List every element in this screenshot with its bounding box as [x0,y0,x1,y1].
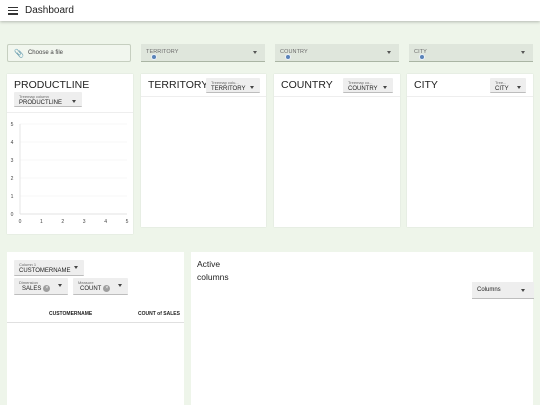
filter-handle-icon [151,54,157,60]
y-tick-label: 0 [11,212,14,218]
dropdown-arrow-icon [74,266,78,269]
x-tick-label: 3 [83,219,86,225]
select-value: PRODUCTLINE [19,100,63,106]
x-tick-label: 2 [61,219,64,225]
territory-filter[interactable]: TERRITORY [141,44,265,62]
dropdown-arrow-icon [383,86,387,89]
chart-axes [19,124,127,215]
x-tick-label: 4 [104,219,107,225]
dropdown-arrow-icon [250,86,254,89]
territory-treemap-select[interactable]: Treemap colu... TERRITORY [206,78,260,93]
select-label: Treemap column [19,94,49,99]
x-tick-label: 0 [19,219,22,225]
remove-chip-icon[interactable]: × [103,285,111,292]
active-columns-title: Active columns [197,258,229,283]
country-treemap-select[interactable]: Treemap co... COUNTRY [343,78,393,93]
card-divider [274,96,400,97]
select-label: Treemap colu... [211,80,239,85]
dropdown-arrow-icon [387,51,391,54]
active-columns-title-line2: columns [197,271,229,282]
chart-x-ticks: 0 1 2 3 4 5 [19,219,129,225]
x-tick-label: 5 [126,219,129,225]
productline-treemap-select[interactable]: Treemap column PRODUCTLINE [14,92,82,107]
select-label: Treemap co... [348,80,373,85]
card-divider [407,96,533,97]
territory-title: TERRITORY [148,79,209,91]
table-header-divider [7,322,184,323]
active-columns-panel: Active columns Columns [191,252,534,405]
card-divider [141,96,266,97]
columns-select[interactable]: Columns [472,282,534,299]
chip-text: COUNT [80,285,102,292]
y-tick-label: 4 [11,140,14,146]
y-tick-label: 2 [11,176,14,182]
filter-handle-icon [419,54,425,60]
paperclip-icon: 📎 [14,48,24,58]
chart-y-ticks: 0 1 2 3 4 5 [11,122,14,218]
columns-select-value: Columns [477,287,501,293]
x-tick-label: 1 [40,219,43,225]
city-title: CITY [414,79,438,91]
y-tick-label: 3 [11,158,14,164]
app-bar: Dashboard [0,0,540,21]
country-card: COUNTRY Treemap co... COUNTRY [274,74,400,227]
chart-grid [20,123,127,215]
city-card: CITY Tree... CITY [407,74,533,227]
country-filter-label: COUNTRY [280,49,308,55]
table-header-customername[interactable]: CUSTOMERNAME [49,311,92,317]
chip-text: SALES [22,285,42,292]
dropdown-arrow-icon [253,51,257,54]
remove-chip-icon[interactable]: × [43,285,51,292]
dimension-chip[interactable]: SALES × [22,285,51,292]
productline-title: PRODUCTLINE [14,79,90,91]
y-tick-label: 1 [11,194,14,200]
select-value: CITY [495,86,509,92]
country-title: COUNTRY [281,79,333,91]
file-input-label: Choose a file [27,50,63,56]
active-columns-title-line1: Active [197,259,221,269]
dropdown-arrow-icon [517,86,521,89]
select-value: CUSTOMERNAME [19,268,71,274]
dimension-select[interactable]: Dimension SALES × [14,278,68,295]
file-input[interactable]: 📎 Choose a file [7,44,131,62]
select-value: TERRITORY [211,86,246,92]
select-label: Tree... [495,80,507,85]
card-divider [7,112,133,113]
select-value: COUNTRY [348,86,378,92]
y-tick-label: 5 [11,122,14,128]
column-1-select[interactable]: Column 1 CUSTOMERNAME [14,260,84,276]
filter-handle-icon [285,54,291,60]
app-title: Dashboard [25,5,74,16]
measure-chip[interactable]: COUNT × [80,285,111,292]
menu-icon[interactable] [8,6,18,15]
dropdown-arrow-icon [118,284,122,287]
city-filter[interactable]: CITY [409,44,533,62]
dropdown-arrow-icon [521,51,525,54]
measure-select[interactable]: Measure COUNT × [73,278,128,295]
dropdown-arrow-icon [72,100,76,103]
productline-chart: 0 1 2 3 4 5 0 1 2 3 4 5 [11,122,129,225]
dropdown-arrow-icon [58,284,62,287]
select-label: Column 1 [19,262,37,267]
country-filter[interactable]: COUNTRY [275,44,399,62]
territory-card: TERRITORY Treemap colu... TERRITORY [141,74,266,227]
dropdown-arrow-icon [521,289,525,292]
table-header-count-of-sales[interactable]: COUNT of SALES [138,311,180,317]
city-treemap-select[interactable]: Tree... CITY [490,78,526,93]
